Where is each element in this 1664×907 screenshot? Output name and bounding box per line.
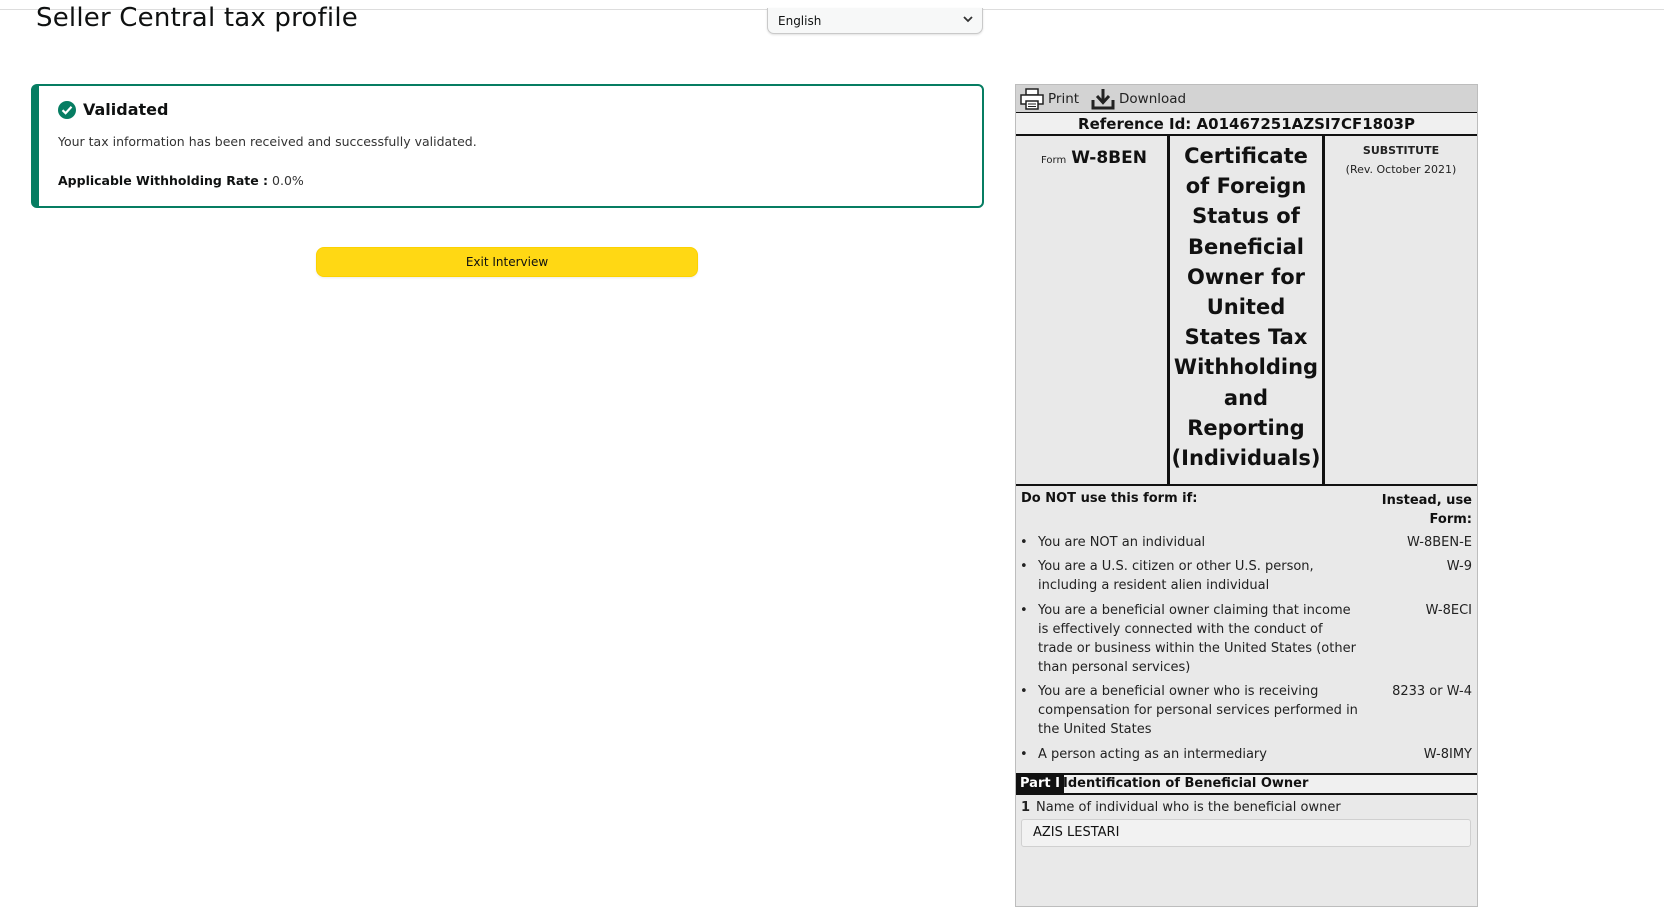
alert-heading: Validated [83,100,169,119]
list-item-text: You are a beneficial owner who is receiv… [1038,684,1358,737]
list-item-text: You are NOT an individual [1038,535,1206,550]
chevron-down-icon [963,16,973,23]
exclusion-list: • You are NOT an individual W-8BEN-E • Y… [1016,533,1477,769]
list-item: • A person acting as an intermediary W-8… [1020,747,1472,762]
question-number: 1 [1021,800,1031,815]
exit-interview-button[interactable]: Exit Interview [316,247,698,277]
list-item: • You are a beneficial owner who is rece… [1020,684,1472,737]
list-item-form: W-8BEN-E [1406,535,1472,550]
form-title: Certificate of Foreign Status of Benefic… [1171,144,1321,471]
print-label: Print [1048,91,1080,107]
list-item-text: You are a beneficial owner claiming that… [1038,603,1356,675]
printer-icon [1020,88,1044,110]
w8ben-form-preview: Print Download Reference Id: A01467251AZ… [1015,84,1478,907]
list-item: • You are a beneficial owner claiming th… [1020,603,1472,675]
beneficial-owner-name-field: AZIS LESTARI [1021,819,1471,847]
question-label: Name of individual who is the beneficial… [1036,800,1341,815]
download-icon [1091,89,1115,110]
question-1: 1 Name of individual who is the beneficia… [1021,800,1341,815]
revision-label: (Rev. October 2021) [1345,163,1457,176]
withholding-rate-value: 0.0% [272,173,304,188]
list-item-form: W-9 [1446,559,1472,574]
form-number: Form W-8BEN [1041,148,1147,168]
list-item: • You are a U.S. citizen or other U.S. p… [1020,559,1472,593]
print-button[interactable]: Print [1020,88,1079,110]
part-title: Identification of Beneficial Owner [1063,776,1309,791]
form-header: Form W-8BEN Certificate of Foreign Statu… [1016,136,1477,486]
check-circle-icon [58,101,76,119]
download-button[interactable]: Download [1091,88,1186,110]
form-prefix: Form [1041,155,1067,166]
withholding-rate: Applicable Withholding Rate : 0.0% [58,173,304,188]
alert-message: Your tax information has been received a… [58,134,477,149]
list-item-form: W-8IMY [1423,747,1472,762]
instead-heading: Instead, use Form: [1381,493,1472,527]
page-title: Seller Central tax profile [36,3,358,33]
form-toolbar: Print Download [1016,85,1477,112]
part-tag: Part I [1016,775,1064,793]
list-item-form: W-8ECI [1425,603,1472,618]
download-label: Download [1119,91,1187,107]
part-i-header: Part I Identification of Beneficial Owne… [1016,773,1477,795]
list-item-form: 8233 or W-4 [1392,684,1472,699]
withholding-rate-label: Applicable Withholding Rate : [58,173,269,188]
language-select-value: English [778,13,822,28]
reference-id: Reference Id: A01467251AZSI7CF1803P [1016,112,1477,136]
form-name: W-8BEN [1071,148,1147,168]
validated-alert: Validated Your tax information has been … [31,84,984,208]
list-item: • You are NOT an individual W-8BEN-E [1020,535,1472,550]
substitute-label: SUBSTITUTE [1362,144,1440,157]
language-select[interactable]: English [767,8,983,34]
list-item-text: A person acting as an intermediary [1038,747,1267,762]
list-item-text: You are a U.S. citizen or other U.S. per… [1038,559,1314,593]
donot-heading: Do NOT use this form if: [1021,491,1198,506]
